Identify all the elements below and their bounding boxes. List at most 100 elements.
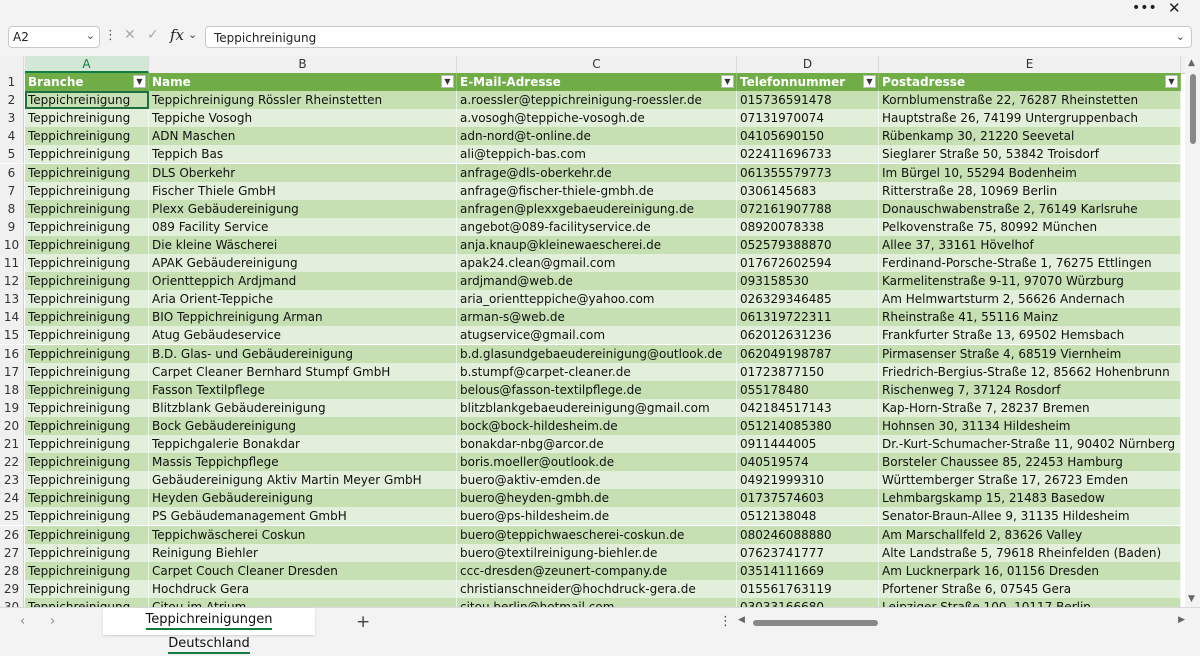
row-number[interactable]: 17	[0, 362, 24, 381]
table-cell[interactable]: Leipziger Straße 100, 10117 Berlin	[879, 597, 1181, 607]
row-number[interactable]: 28	[0, 561, 24, 580]
table-cell[interactable]: 01737574603	[737, 489, 879, 508]
column-header-e[interactable]: E	[879, 56, 1181, 73]
table-cell[interactable]: Aria Orient-Teppiche	[149, 290, 457, 309]
row-number[interactable]: 25	[0, 507, 24, 526]
table-cell[interactable]: b.d.glasundgebaeudereinigung@outlook.de	[457, 344, 737, 363]
next-sheet-icon[interactable]: ›	[50, 614, 55, 629]
header-cell[interactable]: Telefonnummer ▼	[737, 73, 879, 92]
expand-formula-icon[interactable]: ⌄	[1176, 30, 1185, 43]
row-number[interactable]: 27	[0, 543, 24, 562]
table-cell[interactable]: 061319722311	[737, 308, 879, 327]
table-cell[interactable]: Teppichreinigung	[25, 597, 149, 607]
horizontal-scrollbar[interactable]: ◀ ▶	[738, 615, 1185, 628]
table-cell[interactable]: Heyden Gebäudereinigung	[149, 489, 457, 508]
table-cell[interactable]: 080246088880	[737, 525, 879, 544]
table-cell[interactable]: Lehmbargskamp 15, 21483 Basedow	[879, 489, 1181, 508]
formula-input[interactable]: Teppichreinigung ⌄	[205, 26, 1192, 48]
cancel-icon[interactable]: ✕	[124, 27, 136, 43]
table-cell[interactable]: Teppichreinigung	[25, 416, 149, 435]
row-number[interactable]: 20	[0, 416, 24, 435]
row-number[interactable]: 2	[0, 91, 24, 110]
table-cell[interactable]: Teppichreinigung	[25, 127, 149, 146]
add-sheet-button[interactable]: +	[356, 612, 370, 632]
table-cell[interactable]: Württemberger Straße 17, 26723 Emden	[879, 471, 1181, 490]
table-cell[interactable]: 022411696733	[737, 145, 879, 164]
table-cell[interactable]: Rheinstraße 41, 55116 Mainz	[879, 308, 1181, 327]
table-cell[interactable]: Friedrich-Bergius-Straße 12, 85662 Hohen…	[879, 362, 1181, 381]
row-number[interactable]: 9	[0, 217, 24, 236]
table-cell[interactable]: Dr.-Kurt-Schumacher-Straße 11, 90402 Nür…	[879, 435, 1181, 454]
table-cell[interactable]: Ritterstraße 28, 10969 Berlin	[879, 181, 1181, 200]
table-cell[interactable]: Teppichreinigung	[25, 579, 149, 598]
table-cell[interactable]: Carpet Cleaner Bernhard Stumpf GmbH	[149, 362, 457, 381]
table-cell[interactable]: Teppichreinigung	[25, 471, 149, 490]
table-cell[interactable]: 0306145683	[737, 181, 879, 200]
table-cell[interactable]: Teppichreinigung	[25, 163, 149, 182]
table-cell[interactable]: Teppichwäscherei Coskun	[149, 525, 457, 544]
table-cell[interactable]: Alte Landstraße 5, 79618 Rheinfelden (Ba…	[879, 543, 1181, 562]
table-cell[interactable]: Teppichreinigung	[25, 109, 149, 128]
row-number[interactable]: 18	[0, 380, 24, 399]
select-all-corner[interactable]	[0, 56, 24, 73]
table-cell[interactable]: Teppichreinigung	[25, 145, 149, 164]
filter-dropdown-icon[interactable]: ▼	[1165, 75, 1178, 88]
table-cell[interactable]: 062049198787	[737, 344, 879, 363]
table-cell[interactable]: blitzblankgebaeudereinigung@gmail.com	[457, 398, 737, 417]
row-number[interactable]: 29	[0, 579, 24, 598]
table-cell[interactable]: christianschneider@hochdruck-gera.de	[457, 579, 737, 598]
filter-dropdown-icon[interactable]: ▼	[721, 75, 734, 88]
column-header-d[interactable]: D	[737, 56, 879, 73]
table-cell[interactable]: Teppichreinigung	[25, 453, 149, 472]
table-cell[interactable]: APAK Gebäudereinigung	[149, 254, 457, 273]
table-cell[interactable]: bock@bock-hildesheim.de	[457, 416, 737, 435]
table-cell[interactable]: Pfortener Straße 6, 07545 Gera	[879, 579, 1181, 598]
table-cell[interactable]: Am Lucknerpark 16, 01156 Dresden	[879, 561, 1181, 580]
row-number[interactable]: 19	[0, 398, 24, 417]
table-cell[interactable]: Hauptstraße 26, 74199 Untergruppenbach	[879, 109, 1181, 128]
table-cell[interactable]: 093158530	[737, 272, 879, 291]
table-cell[interactable]: Teppichreinigung	[25, 543, 149, 562]
scroll-right-icon[interactable]: ▶	[1178, 615, 1185, 625]
row-number[interactable]: 8	[0, 199, 24, 218]
table-cell[interactable]: b.stumpf@carpet-cleaner.de	[457, 362, 737, 381]
table-cell[interactable]: B.D. Glas- und Gebäudereinigung	[149, 344, 457, 363]
table-cell[interactable]: Blitzblank Gebäudereinigung	[149, 398, 457, 417]
table-cell[interactable]: Hochdruck Gera	[149, 579, 457, 598]
row-number[interactable]: 1	[0, 73, 24, 92]
scroll-left-icon[interactable]: ◀	[738, 615, 745, 625]
table-cell[interactable]: Kap-Horn-Straße 7, 28237 Bremen	[879, 398, 1181, 417]
table-cell[interactable]: 015561763119	[737, 579, 879, 598]
scroll-up-icon[interactable]: ▲	[1188, 58, 1195, 68]
table-cell[interactable]: Citou im Atrium	[149, 597, 457, 607]
table-cell[interactable]: adn-nord@t-online.de	[457, 127, 737, 146]
table-cell[interactable]: Kornblumenstraße 22, 76287 Rheinstetten	[879, 91, 1181, 110]
table-cell[interactable]: Teppichreinigung Rössler Rheinstetten	[149, 91, 457, 110]
column-header-c[interactable]: C	[457, 56, 737, 73]
vertical-scrollbar[interactable]: ▲ ▼	[1185, 56, 1200, 607]
table-cell[interactable]: Teppich Bas	[149, 145, 457, 164]
table-cell[interactable]: Teppichreinigung	[25, 217, 149, 236]
row-number[interactable]: 23	[0, 471, 24, 490]
table-cell[interactable]: Pelkovenstraße 75, 80992 München	[879, 217, 1181, 236]
table-cell[interactable]: Teppichreinigung	[25, 290, 149, 309]
table-cell[interactable]: 0911444005	[737, 435, 879, 454]
more-vertical-icon[interactable]: ⋮	[104, 28, 117, 43]
scroll-thumb[interactable]	[1190, 74, 1196, 144]
table-cell[interactable]: Teppichreinigung	[25, 489, 149, 508]
column-header-a[interactable]: A	[25, 56, 149, 73]
scroll-thumb[interactable]	[753, 620, 878, 626]
row-number[interactable]: 22	[0, 453, 24, 472]
header-cell[interactable]: E-Mail-Adresse ▼	[457, 73, 737, 92]
table-cell[interactable]: Fischer Thiele GmbH	[149, 181, 457, 200]
table-cell[interactable]: Reinigung Biehler	[149, 543, 457, 562]
table-cell[interactable]: Gebäudereinigung Aktiv Martin Meyer GmbH	[149, 471, 457, 490]
table-cell[interactable]: boris.moeller@outlook.de	[457, 453, 737, 472]
row-number[interactable]: 15	[0, 326, 24, 345]
sheet-tab[interactable]: Teppichreinigungen Deutschland	[103, 608, 315, 654]
table-cell[interactable]: 017672602594	[737, 254, 879, 273]
table-cell[interactable]: ardjmand@web.de	[457, 272, 737, 291]
header-cell[interactable]: Postadresse ▼	[879, 73, 1181, 92]
table-cell[interactable]: Hohnsen 30, 31134 Hildesheim	[879, 416, 1181, 435]
chevron-down-icon[interactable]: ⌄	[86, 29, 95, 42]
